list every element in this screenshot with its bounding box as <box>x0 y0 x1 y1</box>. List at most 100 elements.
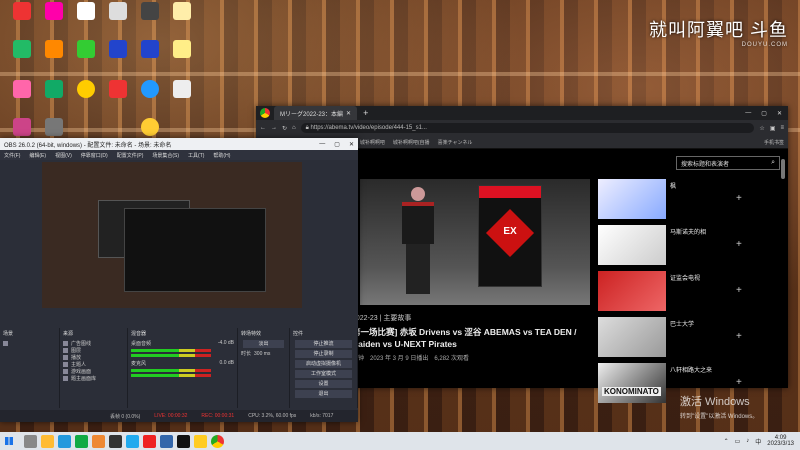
obs-menu-item[interactable]: 停靠窗口(D) <box>81 152 108 159</box>
desktop-icon[interactable] <box>38 2 70 22</box>
desktop-icon[interactable] <box>70 80 102 100</box>
tab-close-icon[interactable]: ✕ <box>346 110 351 117</box>
maximize-icon[interactable]: ▢ <box>761 110 767 117</box>
desktop-icon[interactable] <box>166 40 198 60</box>
app-icon[interactable] <box>143 434 156 448</box>
search-box[interactable]: 搜索标题和表演者 ⌕ <box>676 156 780 170</box>
related-thumbnail[interactable] <box>598 179 666 219</box>
volume-slider[interactable] <box>131 354 211 357</box>
close-icon[interactable]: ✕ <box>349 141 354 148</box>
desktop-icon[interactable] <box>38 80 70 100</box>
desktop-icon[interactable] <box>6 118 38 138</box>
page-scrollbar[interactable] <box>781 159 785 179</box>
related-item[interactable]: 八轩相路大之来 + <box>596 363 756 407</box>
control-button[interactable]: 设置 <box>295 380 352 388</box>
ime-icon[interactable]: 中 <box>755 437 761 446</box>
obs-menu-item[interactable]: 视图(V) <box>55 152 72 159</box>
steam-icon[interactable] <box>177 434 190 448</box>
related-item[interactable]: 马斯诺夫的相 + <box>596 225 756 269</box>
app-icon[interactable] <box>75 434 88 448</box>
minimize-icon[interactable]: — <box>319 141 325 148</box>
chrome-icon[interactable] <box>211 434 224 448</box>
add-icon[interactable]: + <box>736 331 742 342</box>
related-thumbnail[interactable] <box>598 317 666 357</box>
obs-icon[interactable] <box>109 434 122 448</box>
desktop-icon[interactable] <box>70 40 102 60</box>
close-icon[interactable]: ✕ <box>777 110 782 117</box>
search-icon[interactable] <box>24 434 37 448</box>
search-icon[interactable]: ⌕ <box>771 159 775 167</box>
app-icon[interactable] <box>126 434 139 448</box>
app-icon[interactable] <box>194 434 207 448</box>
duration-value[interactable]: 300 ms <box>254 351 270 357</box>
desktop-icon[interactable] <box>102 40 134 60</box>
back-icon[interactable]: ← <box>260 125 266 131</box>
network-icon[interactable]: ▭ <box>735 438 741 445</box>
control-button[interactable]: 停止录制 <box>295 350 352 358</box>
app-icon[interactable] <box>92 434 105 448</box>
home-icon[interactable]: ⌂ <box>292 125 296 131</box>
bookmark-star-icon[interactable]: ☆ <box>759 125 764 132</box>
desktop-icon[interactable] <box>6 40 38 60</box>
add-icon[interactable]: + <box>736 193 742 204</box>
bookmark-mobile[interactable]: 手机书签 <box>764 139 784 146</box>
related-thumbnail[interactable] <box>598 225 666 265</box>
app-icon[interactable] <box>58 434 71 448</box>
address-bar[interactable]: 🔒︎ https://abema.tv/video/episode/444-15… <box>300 123 755 133</box>
desktop-icon[interactable] <box>38 40 70 60</box>
source-item[interactable]: 播放 <box>63 354 124 361</box>
obs-menu-item[interactable]: 场景集合(S) <box>152 152 179 159</box>
bookmark-item[interactable]: 城补啊啊吧 <box>360 139 385 146</box>
control-button[interactable]: 退出 <box>295 390 352 398</box>
control-button[interactable]: 停止推流 <box>295 340 352 348</box>
browser-tab[interactable]: Mリーグ2022-23：本編 ✕ <box>274 106 358 120</box>
source-item[interactable]: 主题人 <box>63 361 124 368</box>
add-icon[interactable]: + <box>736 239 742 250</box>
add-icon[interactable]: + <box>736 285 742 296</box>
desktop-icon[interactable] <box>166 80 198 100</box>
desktop-icon[interactable] <box>70 2 102 22</box>
desktop-icon[interactable] <box>166 2 198 22</box>
scene-item[interactable] <box>3 340 56 347</box>
forward-icon[interactable]: → <box>271 125 277 131</box>
desktop-icon[interactable] <box>6 80 38 100</box>
source-item[interactable]: 图层 <box>63 347 124 354</box>
reload-icon[interactable]: ↻ <box>282 125 287 132</box>
control-button[interactable]: 工作室模式 <box>295 370 352 378</box>
volume-icon[interactable]: ♪ <box>746 438 749 444</box>
app-icon[interactable] <box>160 434 173 448</box>
desktop-icon[interactable] <box>134 40 166 60</box>
add-icon[interactable]: + <box>736 377 742 388</box>
transition-select[interactable]: 淡出 <box>243 340 284 348</box>
source-item[interactable]: 题主画面库 <box>63 375 124 382</box>
new-tab-button[interactable]: + <box>363 108 368 118</box>
obs-menu-item[interactable]: 配置文件(P) <box>117 152 144 159</box>
desktop-icon[interactable] <box>134 118 166 138</box>
obs-menu-item[interactable]: 工具(T) <box>188 152 204 159</box>
maximize-icon[interactable]: ▢ <box>334 141 340 148</box>
desktop-icon[interactable] <box>102 2 134 22</box>
desktop-icon[interactable] <box>102 80 134 100</box>
obs-menu-item[interactable]: 编辑(E) <box>29 152 46 159</box>
extension-icon[interactable]: ▣ <box>770 125 776 132</box>
related-thumbnail[interactable] <box>598 271 666 311</box>
obs-menu-item[interactable]: 文件(F) <box>4 152 20 159</box>
related-item[interactable]: 证监会电视 + <box>596 271 756 315</box>
menu-icon[interactable]: ≡ <box>780 125 784 131</box>
clock[interactable]: 4:09 2023/3/13 <box>767 435 794 447</box>
file-explorer-icon[interactable] <box>41 434 54 448</box>
minimize-icon[interactable]: — <box>745 110 751 117</box>
related-item[interactable]: 枫 + <box>596 179 756 223</box>
start-button[interactable] <box>0 432 18 450</box>
bookmark-item[interactable]: 喜楽チャンネル <box>438 139 473 146</box>
related-item[interactable]: 巴士大学 + <box>596 317 756 361</box>
obs-menu-item[interactable]: 帮助(H) <box>213 152 230 159</box>
tray-up-icon[interactable]: ⌃ <box>724 438 729 445</box>
control-button[interactable]: 启动虚拟摄像机 <box>295 360 352 368</box>
related-thumbnail[interactable] <box>598 363 666 403</box>
desktop-icon[interactable] <box>134 80 166 100</box>
source-item[interactable]: 广告图线 <box>63 340 124 347</box>
bookmark-item[interactable]: 城补啊啊吧(自播 <box>393 139 430 146</box>
desktop-icon[interactable] <box>134 2 166 22</box>
video-player[interactable]: EX <box>360 179 590 305</box>
